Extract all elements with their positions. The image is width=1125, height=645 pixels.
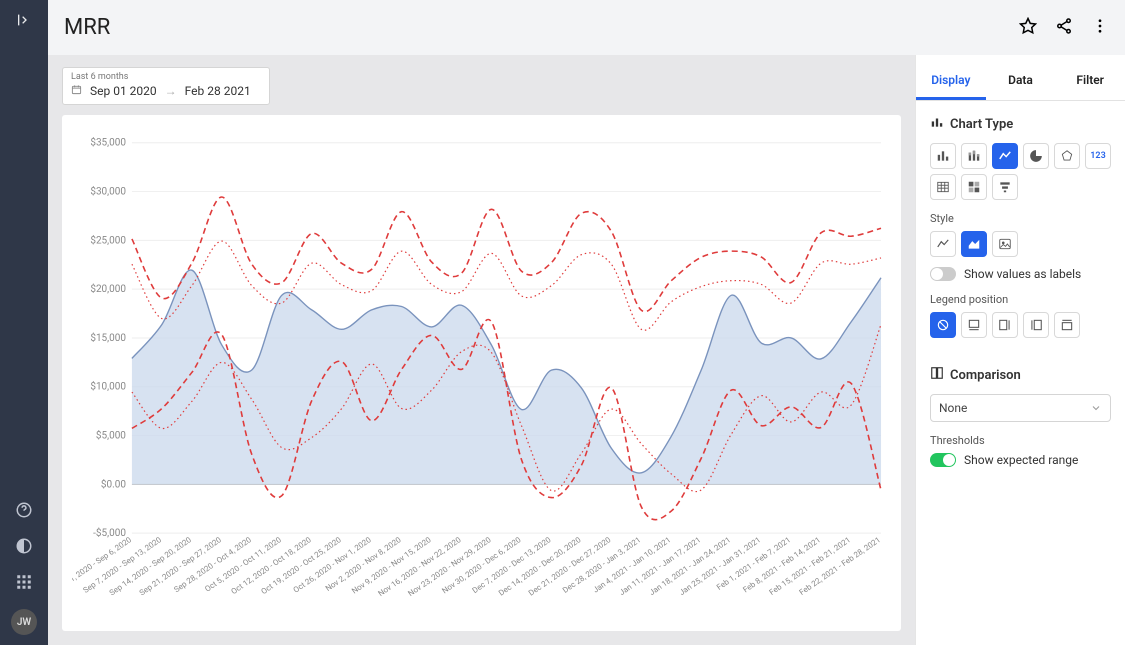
legend-right[interactable] xyxy=(992,312,1018,338)
chart-type-title: Chart Type xyxy=(950,117,1013,132)
legend-none[interactable] xyxy=(930,312,956,338)
style-line[interactable] xyxy=(930,231,956,257)
thresholds-title: Thresholds xyxy=(930,434,1111,447)
chart-type-funnel[interactable] xyxy=(992,174,1018,200)
style-area[interactable] xyxy=(961,231,987,257)
expand-sidebar-icon[interactable] xyxy=(16,12,32,32)
chevron-down-icon xyxy=(1090,402,1102,414)
favorite-icon[interactable] xyxy=(1019,17,1037,39)
legend-title: Legend position xyxy=(930,293,1111,306)
chart-type-radar[interactable] xyxy=(1054,143,1080,169)
svg-text:$15,000: $15,000 xyxy=(90,333,126,344)
comparison-select[interactable]: None xyxy=(930,394,1111,422)
chart-type-pivot[interactable] xyxy=(961,174,987,200)
date-range-from: Sep 01 2020 xyxy=(90,84,157,98)
help-icon[interactable] xyxy=(15,501,33,523)
svg-text:$10,000: $10,000 xyxy=(90,382,126,393)
toggle-show-expected-range[interactable] xyxy=(930,453,956,467)
comparison-value: None xyxy=(939,401,967,415)
chart-type-bar[interactable] xyxy=(930,143,956,169)
chart-type-pie[interactable] xyxy=(1023,143,1049,169)
date-range-to: Feb 28 2021 xyxy=(185,84,251,98)
more-icon[interactable] xyxy=(1091,17,1109,39)
legend-left[interactable] xyxy=(1023,312,1049,338)
date-range-picker[interactable]: Last 6 months Sep 01 2020 → Feb 28 2021 xyxy=(62,67,270,105)
svg-text:$0.00: $0.00 xyxy=(101,479,126,490)
style-title: Style xyxy=(930,212,1111,225)
svg-text:$25,000: $25,000 xyxy=(90,235,126,246)
page-header: MRR xyxy=(48,0,1125,55)
apps-icon[interactable] xyxy=(15,573,33,595)
chart-type-stacked-bar[interactable] xyxy=(961,143,987,169)
arrow-right-icon: → xyxy=(165,84,177,98)
svg-text:$5,000: $5,000 xyxy=(96,431,126,442)
date-range-preset-label: Last 6 months xyxy=(71,72,261,82)
comparison-icon xyxy=(930,366,944,384)
calendar-icon xyxy=(71,84,82,98)
toggle-show-values-as-labels[interactable] xyxy=(930,267,956,281)
tab-data[interactable]: Data xyxy=(986,65,1056,100)
config-panel: Display Data Filter Chart Type 12 xyxy=(915,55,1125,645)
svg-text:-$5,000: -$5,000 xyxy=(93,528,126,539)
svg-text:$20,000: $20,000 xyxy=(90,284,126,295)
comparison-title: Comparison xyxy=(950,368,1021,383)
tab-display[interactable]: Display xyxy=(916,65,986,100)
legend-bottom[interactable] xyxy=(961,312,987,338)
user-avatar[interactable]: JW xyxy=(11,609,37,635)
toggle-values-label: Show values as labels xyxy=(964,267,1081,281)
theme-icon[interactable] xyxy=(15,537,33,559)
chart-type-icon xyxy=(930,115,944,133)
chart-type-number[interactable]: 123 xyxy=(1085,143,1111,169)
tab-filter[interactable]: Filter xyxy=(1055,65,1125,100)
svg-text:$30,000: $30,000 xyxy=(90,187,126,198)
toggle-expected-label: Show expected range xyxy=(964,453,1078,467)
left-navigation-rail: JW xyxy=(0,0,48,645)
mrr-chart: -$5,000 $0.00 $5,000 $10,000 $15,000 $20,000 $… xyxy=(62,115,901,631)
chart-type-table[interactable] xyxy=(930,174,956,200)
page-title: MRR xyxy=(64,15,1007,40)
svg-text:$35,000: $35,000 xyxy=(90,138,126,149)
chart-type-line[interactable] xyxy=(992,143,1018,169)
legend-top[interactable] xyxy=(1054,312,1080,338)
style-image[interactable] xyxy=(992,231,1018,257)
share-icon[interactable] xyxy=(1055,17,1073,39)
